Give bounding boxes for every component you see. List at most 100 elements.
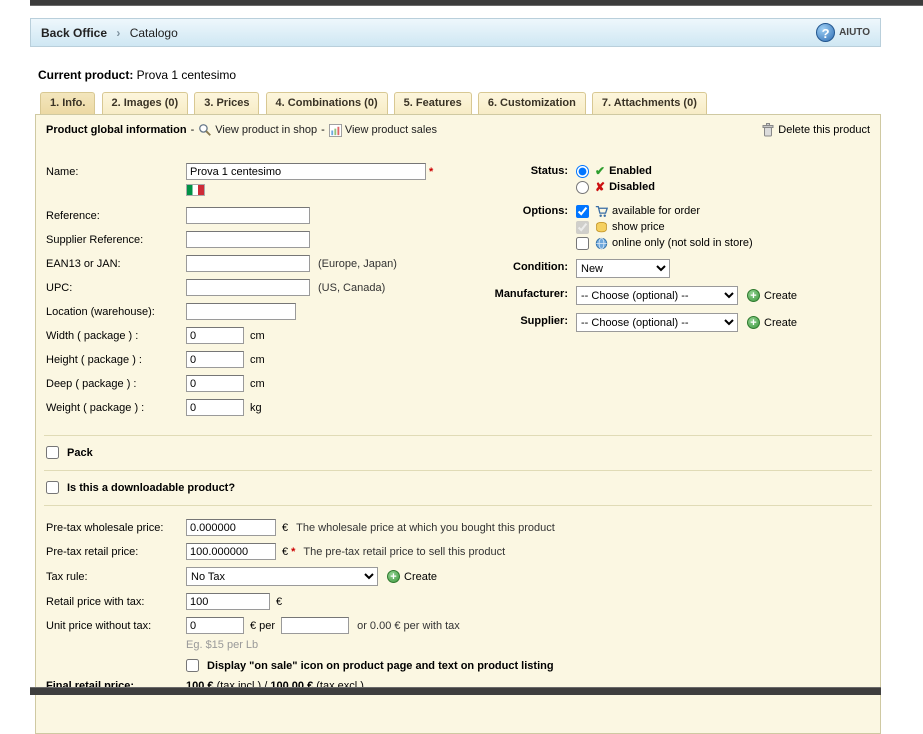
show-price-checkbox[interactable] [576, 221, 589, 234]
reference-input[interactable] [186, 207, 310, 224]
ean13-input[interactable] [186, 255, 310, 272]
retail-price-label: Pre-tax retail price: [46, 546, 186, 558]
right-form-column: Status: ✔ Enabled ✘ Disabled Options: [471, 163, 870, 423]
enabled-check-icon: ✔ [595, 164, 605, 178]
tab-combinations[interactable]: 4. Combinations (0) [266, 92, 388, 114]
cart-icon [595, 205, 608, 218]
downloadable-checkbox[interactable] [46, 481, 59, 494]
supplier-select[interactable]: -- Choose (optional) -- [576, 313, 738, 332]
view-product-in-shop-link[interactable]: View product in shop [198, 123, 317, 137]
retail-price-input[interactable] [186, 543, 276, 560]
wholesale-currency: € [282, 522, 288, 534]
breadcrumb-page[interactable]: Catalogo [130, 26, 178, 40]
top-toolbar-strip [30, 0, 923, 6]
deep-input[interactable] [186, 375, 244, 392]
name-input[interactable] [186, 163, 426, 180]
on-sale-checkbox[interactable] [186, 659, 199, 672]
help-button[interactable]: ? AIUTO [816, 23, 870, 42]
tax-rule-create-label: Create [404, 571, 437, 583]
available-for-order-label: available for order [612, 205, 700, 217]
retail-with-tax-row: Retail price with tax: € [46, 593, 870, 610]
weight-input[interactable] [186, 399, 244, 416]
plus-icon: + [747, 289, 760, 302]
available-for-order-checkbox[interactable] [576, 205, 589, 218]
panel-title-dash: - [191, 124, 195, 136]
left-form-column: Name: * Reference: Supplier Reference: E… [46, 163, 471, 423]
tax-rule-select[interactable]: No Tax [186, 567, 378, 586]
breadcrumb-section[interactable]: Back Office [41, 26, 107, 40]
status-disabled-radio[interactable] [576, 181, 589, 194]
width-label: Width ( package ) : [46, 330, 186, 342]
supplier-label: Supplier: [471, 313, 576, 332]
supplier-create-button[interactable]: + Create [747, 313, 797, 332]
manufacturer-row: Manufacturer: -- Choose (optional) -- + … [471, 286, 870, 305]
name-label: Name: [46, 166, 186, 178]
view-product-sales-link[interactable]: View product sales [329, 124, 437, 137]
price-coins-icon [595, 221, 608, 234]
height-input[interactable] [186, 351, 244, 368]
tab-attachments[interactable]: 7. Attachments (0) [592, 92, 707, 114]
unit-price-label: Unit price without tax: [46, 620, 186, 632]
unit-price-per-input[interactable] [281, 617, 349, 634]
height-label: Height ( package ) : [46, 354, 186, 366]
status-disabled-label: Disabled [609, 181, 655, 193]
wholesale-price-row: Pre-tax wholesale price: € The wholesale… [46, 519, 870, 536]
tax-rule-row: Tax rule: No Tax + Create [46, 567, 870, 586]
sales-chart-icon [329, 124, 342, 137]
current-product-label: Current product: [38, 68, 133, 82]
on-sale-row: Display "on sale" icon on product page a… [186, 659, 870, 672]
online-only-label: online only (not sold in store) [612, 237, 753, 249]
condition-label: Condition: [471, 259, 576, 278]
wholesale-price-input[interactable] [186, 519, 276, 536]
upc-note: (US, Canada) [318, 282, 385, 294]
supplier-create-label: Create [764, 317, 797, 329]
downloadable-section: Is this a downloadable product? [36, 471, 880, 505]
tab-features[interactable]: 5. Features [394, 92, 472, 114]
breadcrumb-separator-icon: › [116, 26, 120, 40]
name-row: Name: * [46, 163, 471, 180]
online-only-checkbox[interactable] [576, 237, 589, 250]
tab-customization[interactable]: 6. Customization [478, 92, 586, 114]
tax-rule-create-button[interactable]: + Create [387, 570, 437, 583]
tab-bar: 1. Info. 2. Images (0) 3. Prices 4. Comb… [40, 92, 710, 114]
flag-italy-icon[interactable] [186, 184, 205, 196]
retail-currency: € [282, 546, 288, 558]
manufacturer-create-button[interactable]: + Create [747, 286, 797, 305]
delete-product-label: Delete this product [778, 124, 870, 136]
options-label: Options: [471, 203, 576, 251]
reference-label: Reference: [46, 210, 186, 222]
upc-input[interactable] [186, 279, 310, 296]
help-label: AIUTO [839, 27, 870, 38]
name-required-mark: * [429, 166, 433, 178]
delete-product-button[interactable]: Delete this product [762, 123, 870, 137]
manufacturer-create-label: Create [764, 290, 797, 302]
pack-label: Pack [67, 447, 93, 459]
view-product-in-shop-label: View product in shop [215, 124, 317, 136]
unit-price-input[interactable] [186, 617, 244, 634]
pack-checkbox[interactable] [46, 446, 59, 459]
tab-prices[interactable]: 3. Prices [194, 92, 259, 114]
width-input[interactable] [186, 327, 244, 344]
manufacturer-select[interactable]: -- Choose (optional) -- [576, 286, 738, 305]
location-input[interactable] [186, 303, 296, 320]
panel-title: Product global information [46, 124, 187, 136]
unit-price-hint: Eg. $15 per Lb [186, 639, 870, 651]
location-label: Location (warehouse): [46, 306, 186, 318]
unit-price-row: Unit price without tax: € per or 0.00 € … [46, 617, 870, 634]
plus-icon: + [747, 316, 760, 329]
supplier-reference-input[interactable] [186, 231, 310, 248]
tab-images[interactable]: 2. Images (0) [102, 92, 189, 114]
pack-section: Pack [36, 436, 880, 470]
trash-icon [762, 123, 774, 137]
status-row: Status: ✔ Enabled ✘ Disabled [471, 163, 870, 195]
condition-select[interactable]: New [576, 259, 670, 278]
weight-unit: kg [250, 402, 262, 414]
retail-with-tax-input[interactable] [186, 593, 270, 610]
language-flag-row [186, 184, 471, 199]
width-row: Width ( package ) : cm [46, 327, 471, 344]
tab-info[interactable]: 1. Info. [40, 92, 95, 114]
width-unit: cm [250, 330, 265, 342]
status-enabled-radio[interactable] [576, 165, 589, 178]
manufacturer-label: Manufacturer: [471, 286, 576, 305]
status-label: Status: [471, 163, 576, 195]
